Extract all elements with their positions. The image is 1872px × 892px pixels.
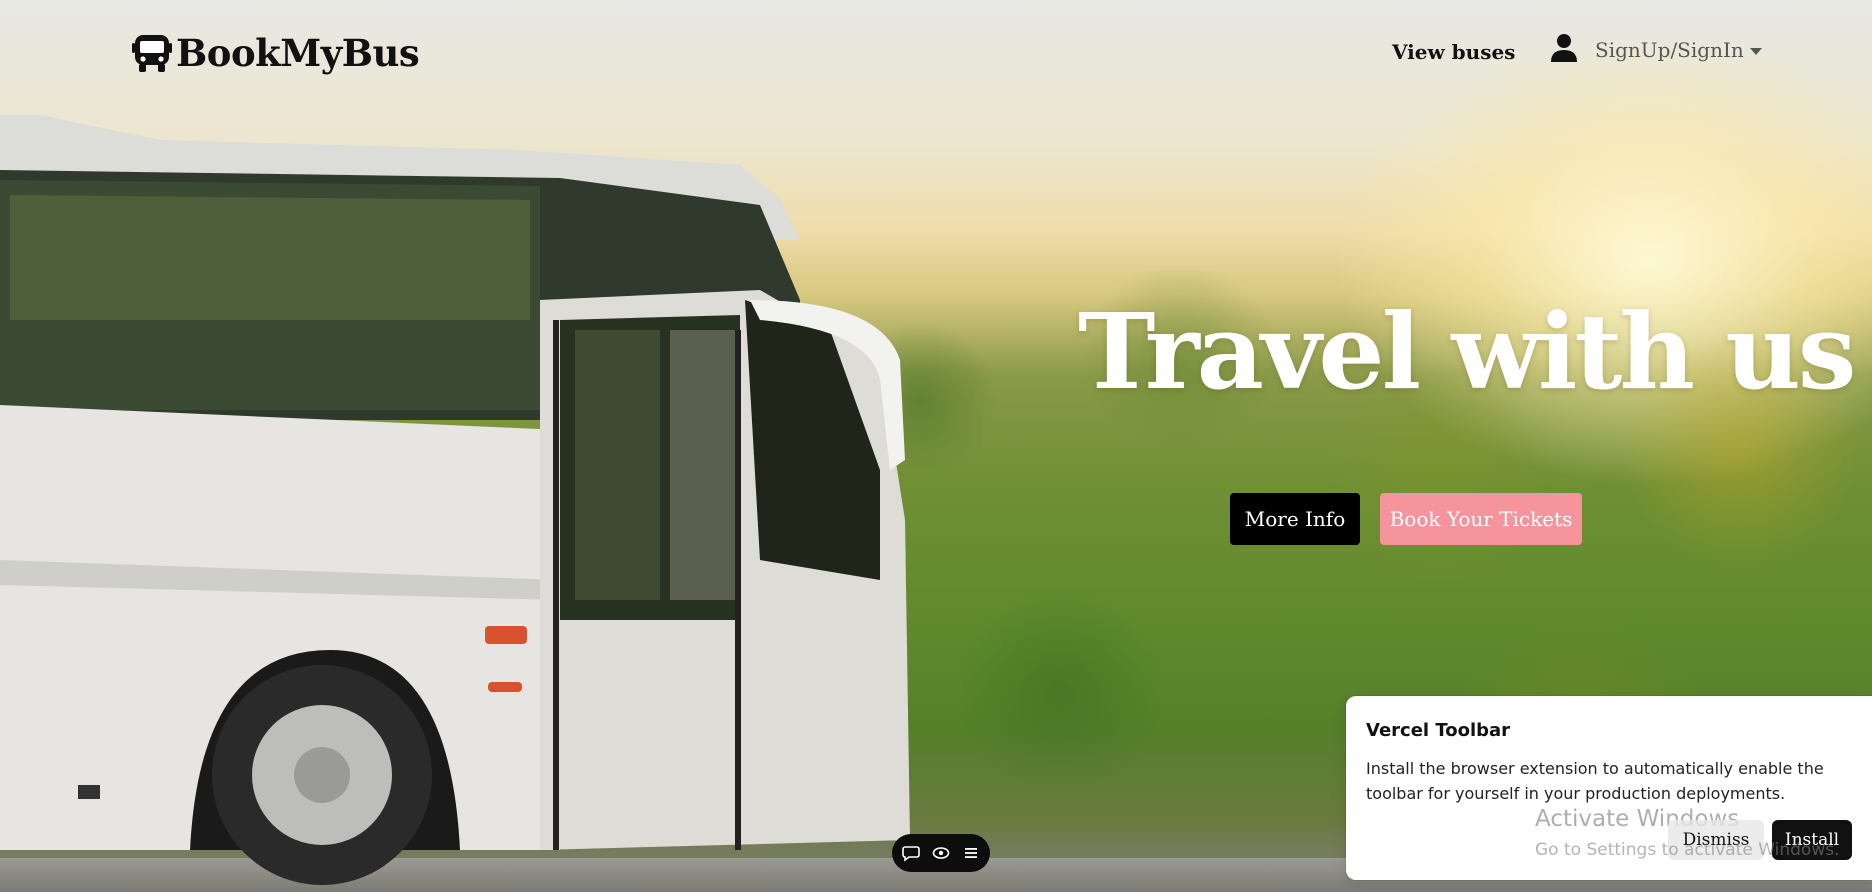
caret-down-icon: [1749, 47, 1762, 55]
user-icon[interactable]: [1550, 32, 1578, 62]
bus-image: [0, 115, 910, 885]
windows-watermark-subtitle: Go to Settings to activate Windows.: [1535, 840, 1840, 860]
signin-dropdown[interactable]: SignUp/SignIn: [1595, 38, 1762, 62]
brand-logo[interactable]: BookMyBus: [132, 28, 420, 78]
eye-icon[interactable]: [932, 844, 950, 862]
brand-name: BookMyBus: [176, 31, 420, 75]
view-buses-link[interactable]: View buses: [1392, 40, 1515, 64]
comment-icon[interactable]: [902, 844, 920, 862]
book-tickets-button[interactable]: Book Your Tickets: [1380, 493, 1582, 545]
dev-toolbar-pill[interactable]: [892, 834, 990, 872]
bus-icon: [132, 35, 172, 72]
toast-title: Vercel Toolbar: [1366, 720, 1511, 741]
more-info-button[interactable]: More Info: [1230, 493, 1360, 545]
toast-body: Install the browser extension to automat…: [1366, 759, 1824, 803]
signin-label: SignUp/SignIn: [1595, 38, 1744, 62]
menu-icon[interactable]: [962, 844, 980, 862]
hero-headline: Travel with us: [1078, 290, 1856, 413]
